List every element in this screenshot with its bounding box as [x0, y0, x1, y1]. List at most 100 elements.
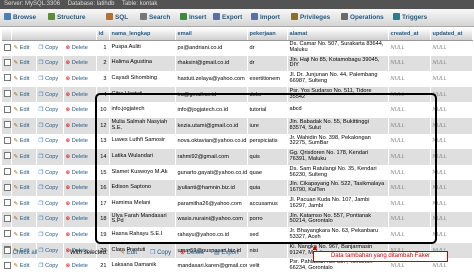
- column-header-nama[interactable]: nama_lengkap: [109, 28, 176, 41]
- checkbox[interactable]: [4, 152, 10, 160]
- cell-nama[interactable]: Slamet Kuswoyo M.Ak: [109, 164, 176, 181]
- cell-nama[interactable]: Laksana Damanik: [109, 258, 176, 274]
- column-header-id[interactable]: id: [96, 28, 110, 41]
- cell-updated[interactable]: NULL: [430, 117, 473, 134]
- cell-nama[interactable]: Ulya Farah Mandasari S.Pd: [109, 211, 176, 228]
- copy-button[interactable]: ❐ Copy: [36, 195, 64, 212]
- copy-button[interactable]: ❐ Copy: [36, 180, 64, 196]
- cell-id[interactable]: 18: [96, 211, 110, 228]
- cell-alamat[interactable]: Jl. Dr. Junjunan No. 44, Palembang 66987…: [287, 71, 389, 87]
- edit-button[interactable]: ✎ Edit: [11, 258, 37, 274]
- cell-id[interactable]: 4: [96, 86, 110, 103]
- cell-updated[interactable]: NULL: [430, 180, 473, 196]
- cell-alamat[interactable]: Ds. Camar No. 507, Surakarta 83644, Malu…: [287, 40, 389, 56]
- cell-created[interactable]: NULL: [388, 227, 431, 243]
- checkbox[interactable]: [4, 247, 11, 254]
- delete-button[interactable]: ⊗ Delete: [63, 195, 97, 212]
- cell-created[interactable]: NULL: [388, 86, 431, 103]
- cell-nama[interactable]: Cayadi Sihombing: [109, 71, 176, 87]
- edit-button[interactable]: ✎ Edit: [11, 117, 37, 134]
- cell-email[interactable]: rahayu@yahoo.co.id: [175, 227, 248, 243]
- cell-created[interactable]: NULL: [388, 211, 431, 228]
- cell-id[interactable]: 19: [96, 227, 110, 243]
- tab-search[interactable]: Search: [140, 9, 170, 26]
- column-header-email[interactable]: email: [175, 28, 248, 41]
- cell-created[interactable]: NULL: [388, 102, 431, 118]
- cell-created[interactable]: NULL: [388, 55, 431, 72]
- tab-structure[interactable]: Structure: [48, 9, 85, 26]
- cell-id[interactable]: 3: [96, 71, 110, 87]
- cell-alamat[interactable]: Psr. Yos Sudarso No. 511, Tidore 35542: [287, 86, 389, 103]
- cell-pekerjaan[interactable]: velit: [247, 258, 288, 274]
- copy-button[interactable]: ❐ Copy: [36, 86, 64, 103]
- cell-updated[interactable]: NULL: [430, 211, 473, 228]
- delete-button[interactable]: ⊗ Delete: [63, 117, 97, 134]
- cell-updated[interactable]: NULL: [430, 195, 473, 212]
- cell-id[interactable]: 15: [96, 164, 110, 181]
- cell-email[interactable]: gunarto.gayati@yahoo.co.id: [175, 164, 248, 181]
- delete-button[interactable]: ⊗ Delete: [63, 102, 97, 118]
- cell-updated[interactable]: NULL: [430, 227, 473, 243]
- breadcrumb-server[interactable]: Server: MySQL:3306: [4, 1, 60, 7]
- cell-created[interactable]: NULL: [388, 117, 431, 134]
- column-header-updated[interactable]: updated_at: [430, 28, 473, 41]
- checkbox[interactable]: [4, 43, 10, 51]
- cell-updated[interactable]: NULL: [430, 86, 473, 103]
- cell-created[interactable]: NULL: [388, 40, 431, 56]
- cell-email[interactable]: rahmi92@gmail.com: [175, 149, 248, 165]
- tab-triggers[interactable]: Triggers: [393, 9, 427, 26]
- delete-button[interactable]: ⊗ Delete: [63, 180, 97, 196]
- copy-button[interactable]: ❐ Copy: [36, 71, 64, 87]
- cell-alamat[interactable]: Jln. Katamso No. 557, Pontianak 50214, G…: [287, 211, 389, 228]
- cell-id[interactable]: 14: [96, 149, 110, 165]
- tab-browse[interactable]: Browse: [4, 9, 36, 26]
- copy-button[interactable]: ❐ Copy: [36, 117, 64, 134]
- checkbox[interactable]: [4, 121, 10, 129]
- bulk-delete-button[interactable]: ⊗ Delete: [180, 247, 204, 259]
- cell-pekerjaan[interactable]: tutorial: [247, 102, 288, 118]
- copy-button[interactable]: ❐ Copy: [36, 102, 64, 118]
- cell-nama[interactable]: Mulia Salmah Nasyiah S.E.: [109, 117, 176, 134]
- cell-pekerjaan[interactable]: iure: [247, 117, 288, 134]
- cell-pekerjaan[interactable]: sed: [247, 227, 288, 243]
- tab-insert[interactable]: Insert: [180, 9, 206, 26]
- cell-id[interactable]: 16: [96, 180, 110, 196]
- cell-updated[interactable]: NULL: [430, 71, 473, 87]
- tab-sql[interactable]: SQL: [106, 9, 128, 26]
- cell-alamat[interactable]: Jl. Pacuan Kuda No. 107, Jambi 16297, Ja…: [287, 195, 389, 212]
- edit-button[interactable]: ✎ Edit: [11, 211, 37, 228]
- edit-button[interactable]: ✎ Edit: [11, 71, 37, 87]
- cell-pekerjaan[interactable]: porro: [247, 211, 288, 228]
- cell-updated[interactable]: NULL: [430, 164, 473, 181]
- cell-pekerjaan[interactable]: accusamus: [247, 195, 288, 212]
- cell-nama[interactable]: info.jogjatech: [109, 102, 176, 118]
- breadcrumb-table[interactable]: Table: kontak: [122, 1, 157, 7]
- tab-import[interactable]: Import: [251, 9, 280, 26]
- checkbox[interactable]: [4, 136, 10, 144]
- checkbox[interactable]: [4, 183, 10, 191]
- delete-button[interactable]: ⊗ Delete: [63, 164, 97, 181]
- copy-button[interactable]: ❐ Copy: [36, 164, 64, 181]
- tab-privileges[interactable]: Privileges: [291, 9, 330, 26]
- checkbox[interactable]: [4, 230, 10, 238]
- edit-button[interactable]: ✎ Edit: [11, 40, 37, 56]
- cell-nama[interactable]: Puspa Auliti: [109, 40, 176, 56]
- tab-export[interactable]: Export: [213, 9, 242, 26]
- cell-alamat[interactable]: Jln. Cikapayang No. 522, Tasikmalaya 167…: [287, 180, 389, 196]
- delete-button[interactable]: ⊗ Delete: [63, 211, 97, 228]
- copy-button[interactable]: ❐ Copy: [36, 258, 64, 274]
- cell-email[interactable]: paramitha26@yahoo.com: [175, 195, 248, 212]
- column-header-pekerjaan[interactable]: pekerjaan: [247, 28, 288, 41]
- delete-button[interactable]: ⊗ Delete: [63, 149, 97, 165]
- cell-nama[interactable]: Halima Agustina: [109, 55, 176, 72]
- bulk-copy-button[interactable]: ❐ Copy: [150, 247, 171, 259]
- edit-button[interactable]: ✎ Edit: [11, 180, 37, 196]
- cell-email[interactable]: wasis.nuraini@yahoo.com: [175, 211, 248, 228]
- copy-button[interactable]: ❐ Copy: [36, 211, 64, 228]
- edit-button[interactable]: ✎ Edit: [11, 195, 37, 212]
- cell-id[interactable]: 1: [96, 40, 110, 56]
- edit-button[interactable]: ✎ Edit: [11, 227, 37, 243]
- cell-alamat[interactable]: Jln. Babadak No. 55, Bukittinggi 83574, …: [287, 117, 389, 134]
- cell-alamat[interactable]: Ds. Sam Ratulangi No. 35, Kendari 56230,…: [287, 164, 389, 181]
- cell-alamat[interactable]: Jr. Bhayangkara No. 63, Pekanbaru 53327,…: [287, 227, 389, 243]
